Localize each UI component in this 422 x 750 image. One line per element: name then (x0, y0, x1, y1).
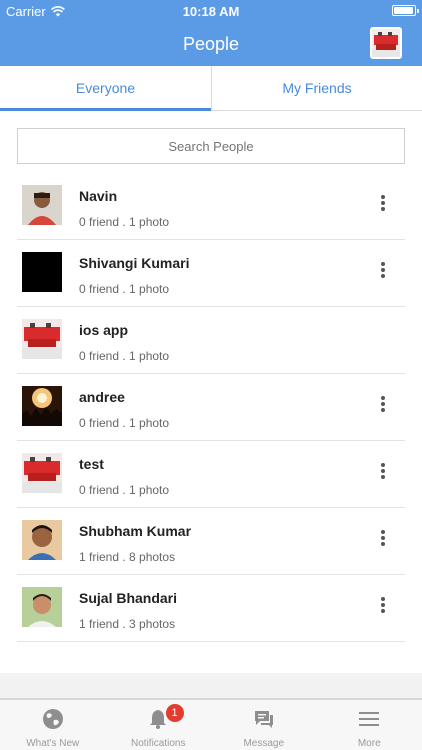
tab-label: What's New (26, 738, 80, 749)
people-list: Navin 0 friend . 1 photo Shivangi Kumari… (17, 173, 405, 642)
person-photo-icon (22, 386, 62, 426)
avatar (22, 319, 62, 359)
person-photo-icon (22, 319, 62, 359)
person-meta: 1 friend . 8 photos (79, 550, 176, 564)
segment-tabs: Everyone My Friends (0, 66, 422, 111)
person-meta: 0 friend . 1 photo (79, 416, 170, 430)
tab-my-friends[interactable]: My Friends (211, 66, 422, 111)
tab-everyone[interactable]: Everyone (0, 66, 211, 111)
more-options-button[interactable] (377, 530, 389, 550)
avatar (22, 587, 62, 627)
avatar (22, 386, 62, 426)
person-name: ios app (79, 322, 129, 338)
person-meta: 0 friend . 1 photo (79, 215, 170, 229)
tab-label: Notifications (131, 738, 186, 749)
menu-icon (359, 712, 380, 726)
status-bar: Carrier 10:18 AM (0, 0, 422, 22)
list-footer-spacer (0, 673, 422, 699)
person-meta: 1 friend . 3 photos (79, 617, 176, 631)
person-name: Shivangi Kumari (79, 255, 190, 271)
status-time: 10:18 AM (182, 4, 240, 19)
more-options-button[interactable] (377, 396, 389, 416)
person-photo-icon (22, 587, 62, 627)
list-item[interactable]: andree 0 friend . 1 photo (17, 374, 405, 441)
globe-icon (42, 709, 63, 729)
profile-avatar-button[interactable] (370, 27, 402, 59)
tab-whats-new[interactable]: What's New (0, 700, 106, 750)
avatar (22, 252, 62, 292)
nav-bar: People (0, 22, 422, 66)
more-options-button[interactable] (377, 195, 389, 215)
tab-label: More (357, 738, 381, 749)
page-title: People (182, 34, 240, 54)
list-item[interactable]: test 0 friend . 1 photo (17, 441, 405, 508)
person-photo-icon (22, 185, 62, 225)
search-input[interactable] (17, 128, 405, 164)
person-photo-icon (22, 252, 62, 292)
list-item[interactable]: Shubham Kumar 1 friend . 8 photos (17, 508, 405, 575)
tab-label: Message (243, 738, 285, 749)
notification-badge: 1 (165, 704, 184, 722)
person-meta: 0 friend . 1 photo (79, 483, 170, 497)
list-item[interactable]: Navin 0 friend . 1 photo (17, 173, 405, 240)
person-meta: 0 friend . 1 photo (79, 282, 170, 296)
tab-message[interactable]: Message (211, 700, 317, 750)
avatar (22, 185, 62, 225)
person-name: Navin (79, 188, 118, 204)
more-options-button[interactable] (377, 597, 389, 617)
avatar (22, 453, 62, 493)
person-meta: 0 friend . 1 photo (79, 349, 170, 363)
list-item[interactable]: Sujal Bhandari 1 friend . 3 photos (17, 575, 405, 642)
people-panel: Navin 0 friend . 1 photo Shivangi Kumari… (0, 111, 422, 673)
list-item[interactable]: Shivangi Kumari 0 friend . 1 photo (17, 240, 405, 307)
avatar (22, 520, 62, 560)
person-name: Shubham Kumar (79, 523, 192, 539)
bottom-tab-bar: What's New 1 Notifications Message More (0, 699, 422, 750)
person-name: test (79, 456, 104, 472)
more-options-button[interactable] (377, 463, 389, 483)
tab-more[interactable]: More (317, 700, 422, 750)
user-photo-icon (372, 29, 400, 57)
person-photo-icon (22, 453, 62, 493)
person-name: Sujal Bhandari (79, 590, 178, 606)
person-photo-icon (22, 520, 62, 560)
more-options-button[interactable] (377, 262, 389, 282)
tab-notifications[interactable]: 1 Notifications (106, 700, 212, 750)
chat-icon (254, 711, 273, 728)
battery-icon (392, 5, 419, 16)
list-item[interactable]: ios app 0 friend . 1 photo (17, 307, 405, 374)
person-name: andree (79, 389, 125, 405)
